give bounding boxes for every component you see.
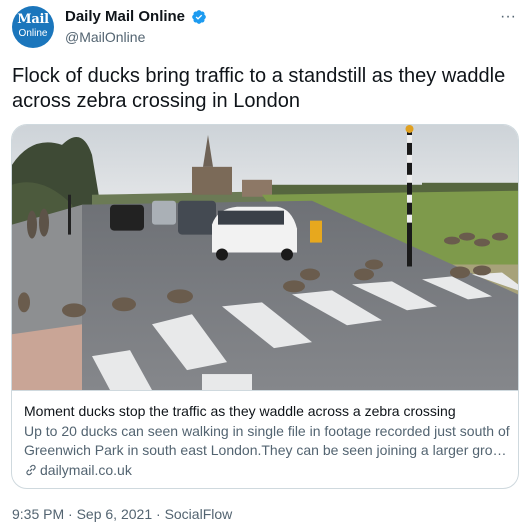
meta-separator: · — [152, 506, 165, 522]
tweet-text: Flock of ducks bring traffic to a stands… — [12, 65, 506, 112]
author-info: Daily Mail Online @MailOnline — [65, 8, 207, 45]
tweet-header: Mail Online Daily Mail Online @MailOnlin… — [12, 6, 518, 50]
handle[interactable]: @MailOnline — [65, 29, 207, 45]
tweet-meta: 9:35 PM · Sep 6, 2021 · SocialFlow — [12, 506, 232, 522]
card-domain[interactable]: dailymail.co.uk — [24, 461, 510, 479]
link-card[interactable]: Moment ducks stop the traffic as they wa… — [11, 124, 519, 489]
avatar[interactable]: Mail Online — [12, 6, 54, 48]
link-icon — [26, 464, 36, 476]
display-name[interactable]: Daily Mail Online — [65, 8, 185, 25]
verified-badge-icon — [192, 9, 207, 24]
card-image[interactable] — [12, 125, 518, 391]
more-horizontal-icon[interactable]: ··· — [498, 9, 518, 30]
card-body: Moment ducks stop the traffic as they wa… — [24, 402, 510, 479]
avatar-logo-text: Mail — [17, 12, 49, 27]
avatar-logo-subtext: Online — [18, 28, 48, 39]
card-title[interactable]: Moment ducks stop the traffic as they wa… — [24, 402, 510, 420]
tweet-source[interactable]: SocialFlow — [165, 506, 233, 522]
tweet-date[interactable]: Sep 6, 2021 — [77, 506, 153, 522]
meta-separator: · — [64, 506, 77, 522]
tweet-time[interactable]: 9:35 PM — [12, 506, 64, 522]
card-description: Up to 20 ducks can seen walking in singl… — [24, 423, 510, 458]
card-domain-text: dailymail.co.uk — [40, 462, 132, 478]
